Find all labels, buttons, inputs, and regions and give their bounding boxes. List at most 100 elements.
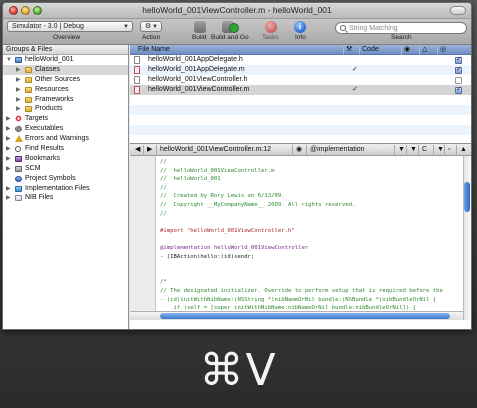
sidebar-item[interactable]: ▶ Targets [3, 114, 128, 124]
gear-icon [15, 126, 22, 133]
implementation-file-icon [134, 86, 140, 94]
info-icon[interactable]: i [294, 21, 306, 33]
disclosure-collapsed-icon[interactable]: ▶ [6, 114, 11, 124]
column-header-file-name[interactable]: File Name [136, 45, 170, 55]
file-row[interactable]: helloWorld_001ViewController.h [130, 75, 471, 85]
sidebar-item[interactable]: ▶ Implementation Files [3, 184, 128, 194]
lock-icon[interactable]: ◉ [292, 145, 304, 156]
disclosure-collapsed-icon[interactable]: ▶ [6, 144, 11, 154]
split-editor-icon[interactable]: ▫ [444, 145, 450, 156]
action-label: Action [142, 34, 161, 41]
file-name: helloWorld_001AppDelegate.h [148, 56, 243, 63]
folder-icon [25, 106, 32, 113]
horizontal-scroll-thumb[interactable] [160, 313, 450, 319]
gear-icon: ⚙ [145, 23, 152, 30]
disclosure-collapsed-icon[interactable]: ▶ [6, 184, 11, 194]
build-icon[interactable] [194, 21, 206, 33]
disclosure-collapsed-icon[interactable]: ▶ [6, 124, 11, 134]
folder-icon [25, 86, 32, 93]
toolbar-toggle-button[interactable] [450, 6, 466, 15]
breakpoints-popup[interactable]: ▼ [406, 145, 417, 156]
build-and-go-icon[interactable] [222, 21, 239, 33]
disclosure-collapsed-icon[interactable]: ▶ [16, 85, 21, 95]
groups-and-files-sidebar: Groups & Files ▼ helloWorld_001 ▶ Classes ▶ O… [3, 45, 129, 329]
empty-file-row [130, 115, 471, 125]
column-header-target-icon[interactable]: ◎ [437, 45, 453, 55]
code-text-area[interactable]: //// helloWorld_001ViewController.m// he… [130, 156, 471, 320]
tasks-stop-icon[interactable] [265, 21, 277, 33]
file-list-header: File Name ⚒ Code ◉ △ ◎ [130, 45, 471, 55]
sidebar-item[interactable]: ▶ Frameworks [3, 95, 128, 105]
target-icon [15, 115, 22, 123]
column-header-build-icon[interactable]: ⚒ [343, 45, 359, 55]
overview-popup[interactable]: Simulator - 3.0 | Debug ▼ [7, 21, 133, 32]
bookmark-icon [15, 155, 22, 162]
file-history-popup[interactable]: helloWorld_001ViewController.m:12 [156, 145, 271, 156]
project-icon [15, 57, 22, 63]
disclosure-collapsed-icon[interactable]: ▶ [16, 65, 21, 75]
sidebar-item[interactable]: ▼ helloWorld_001 [3, 55, 128, 65]
sidebar-item[interactable]: ▶ Find Results [3, 144, 128, 154]
sidebar-item[interactable]: ▶ SCM [3, 164, 128, 174]
disclosure-expanded-icon[interactable]: ▼ [6, 55, 12, 65]
build-and-go-label: Build and Go [211, 34, 249, 41]
sidebar-item[interactable]: ▶ Products [3, 104, 128, 114]
file-row[interactable]: helloWorld_001ViewController.m ✓ [130, 85, 471, 95]
code-checkmark-icon: ✓ [352, 86, 358, 93]
screen: helloWorld_001ViewController.m - helloWo… [0, 0, 477, 408]
target-membership-checkbox[interactable] [455, 85, 462, 95]
sidebar-item[interactable]: ▶ Errors and Warnings [3, 134, 128, 144]
sidebar-item-label: Products [35, 105, 63, 113]
sidebar-item-label: Bookmarks [25, 154, 61, 162]
horizontal-scrollbar[interactable] [130, 311, 463, 320]
disclosure-collapsed-icon[interactable]: ▶ [6, 154, 11, 164]
column-header-errors-icon[interactable]: ◉ [401, 45, 419, 55]
sidebar-item-label: NIB Files [25, 194, 54, 202]
scm-icon [15, 165, 22, 172]
line-gutter[interactable] [130, 156, 156, 320]
bookmarks-popup[interactable]: ▼ [394, 145, 405, 156]
disclosure-collapsed-icon[interactable]: ▶ [6, 134, 11, 144]
sidebar-item[interactable]: ▶ NIB Files [3, 193, 128, 203]
info-label: Info [295, 34, 306, 41]
disclosure-collapsed-icon[interactable]: ▶ [16, 95, 21, 105]
sidebar-item[interactable]: ▶ Classes [3, 64, 128, 75]
history-back-icon[interactable]: ◀ [132, 145, 140, 156]
sidebar-item[interactable]: ▶ Executables [3, 124, 128, 134]
disclosure-collapsed-icon[interactable]: ▶ [6, 164, 11, 174]
sidebar-header: Groups & Files [3, 45, 128, 55]
tasks-label: Tasks [262, 34, 279, 41]
disclosure-collapsed-icon[interactable]: ▶ [6, 193, 11, 203]
file-row[interactable]: helloWorld_001AppDelegate.h [130, 55, 471, 65]
sidebar-item[interactable]: ▶ Other Sources [3, 75, 128, 85]
sidebar-item[interactable]: Project Symbols [3, 174, 128, 184]
symbol-popup[interactable]: @implementation [306, 145, 365, 156]
file-row[interactable]: helloWorld_001AppDelegate.m ✓ [130, 65, 471, 75]
code-editor: ◀ ▶ helloWorld_001ViewController.m:12 ◉ … [130, 145, 471, 329]
folder-icon [25, 76, 32, 83]
search-input[interactable]: String Matching [335, 22, 467, 34]
column-header-warnings-icon[interactable]: △ [419, 45, 437, 55]
sidebar-item-label: Frameworks [35, 95, 74, 103]
counterpart-popup[interactable]: C [418, 145, 427, 156]
action-popup[interactable]: ⚙ ▼ [140, 21, 162, 32]
history-forward-icon[interactable]: ▶ [143, 145, 152, 156]
column-header-code[interactable]: Code [359, 45, 379, 55]
disclosure-collapsed-icon[interactable]: ▶ [16, 75, 21, 85]
target-membership-checkbox[interactable] [455, 77, 462, 84]
search-label: Search [391, 34, 412, 41]
file-history-value: helloWorld_001ViewController.m:12 [160, 146, 272, 153]
disclosure-collapsed-icon[interactable]: ▶ [16, 104, 21, 114]
target-membership-checkbox[interactable] [455, 55, 462, 65]
vertical-scroll-thumb[interactable] [464, 182, 470, 212]
vertical-scrollbar[interactable] [463, 156, 471, 320]
target-membership-checkbox[interactable] [455, 65, 462, 75]
sidebar-item[interactable]: ▶ Bookmarks [3, 154, 128, 164]
counterpart-switch-icon[interactable]: ▲ [456, 145, 467, 156]
overview-label: Overview [53, 34, 81, 41]
sidebar-item[interactable]: ▶ Resources [3, 85, 128, 95]
groups-tree: ▼ helloWorld_001 ▶ Classes ▶ Other Sources ▶ Re… [3, 55, 128, 203]
includes-popup[interactable]: ▼ [433, 145, 444, 156]
keyboard-shortcut-overlay: ⌘V [199, 345, 278, 396]
code-line: // Copyright __MyCompanyName__ 2009. All… [160, 202, 356, 208]
